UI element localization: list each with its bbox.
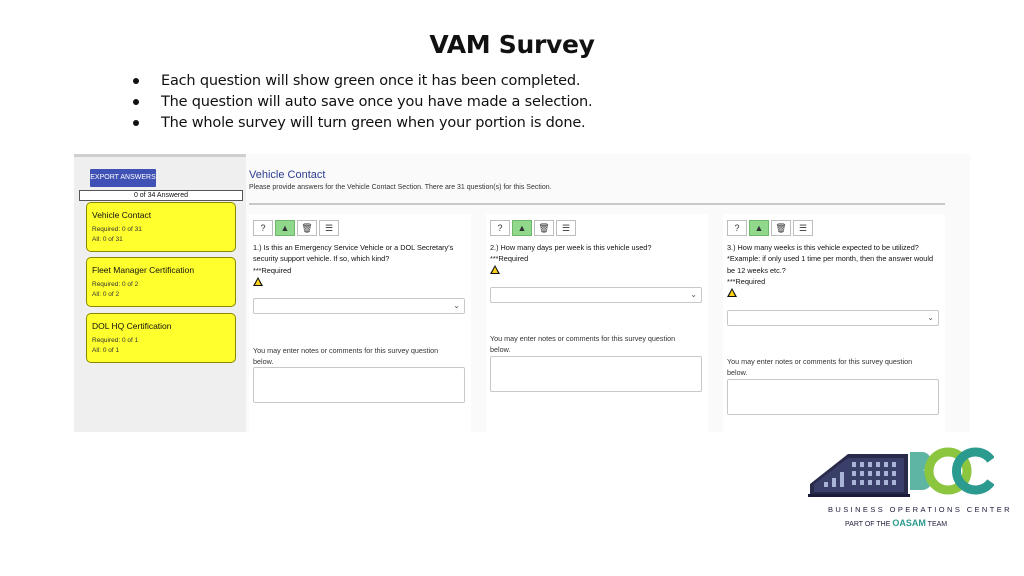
question-card-3: ? ▲ 🗑 ☰ 3.) How many weeks is this vehic… (723, 214, 945, 432)
question-toolbar: ? ▲ 🗑 ☰ (727, 220, 813, 236)
question-text: 3.) How many weeks is this vehicle expec… (727, 242, 937, 288)
logo-part-of: PART OF THE OASAM TEAM (845, 518, 947, 528)
section-title: Vehicle Contact (92, 210, 152, 220)
slide-title: VAM Survey (429, 30, 595, 59)
help-icon[interactable]: ? (253, 220, 273, 236)
section-all: All: 0 of 31 (92, 236, 123, 243)
bullet-dot (133, 120, 139, 126)
warning-icon (490, 265, 500, 274)
logo-tagline: BUSINESS OPERATIONS CENTER (828, 505, 1012, 514)
chevron-down-icon: ⌄ (927, 313, 934, 322)
list-icon[interactable]: ☰ (556, 220, 576, 236)
notes-textarea[interactable] (727, 379, 939, 415)
warning-icon[interactable]: ▲ (275, 220, 295, 236)
section-content: Vehicle Contact Please provide answers f… (246, 154, 970, 432)
section-all: All: 0 of 1 (92, 347, 120, 354)
answer-select[interactable]: ⌄ (490, 287, 702, 303)
building-icon (808, 454, 910, 497)
question-text: 1.) Is this an Emergency Service Vehicle… (253, 242, 463, 276)
bullet-item: Each question will show green once it ha… (128, 71, 592, 92)
warning-icon[interactable]: ▲ (512, 220, 532, 236)
question-toolbar: ? ▲ 🗑 ☰ (253, 220, 339, 236)
bullet-text: The whole survey will turn green when yo… (161, 115, 586, 131)
warning-icon (727, 288, 737, 297)
required-label: ***Required (490, 254, 529, 264)
logo-oasam: OASAM (892, 518, 926, 528)
question-label: 3.) How many weeks is this vehicle expec… (727, 243, 934, 275)
section-card-fleet-manager[interactable]: Fleet Manager Certification Required: 0 … (86, 257, 236, 307)
help-icon[interactable]: ? (727, 220, 747, 236)
bullet-dot (133, 78, 139, 84)
section-card-vehicle-contact[interactable]: Vehicle Contact Required: 0 of 31 All: 0… (86, 202, 236, 252)
logo-team: TEAM (927, 521, 948, 528)
section-title: DOL HQ Certification (92, 321, 172, 331)
chevron-down-icon: ⌄ (690, 290, 697, 299)
chevron-down-icon: ⌄ (453, 301, 460, 310)
section-title: Fleet Manager Certification (92, 265, 195, 275)
export-answers-button[interactable]: EXPORT ANSWERS (90, 169, 156, 187)
question-toolbar: ? ▲ 🗑 ☰ (490, 220, 576, 236)
bullet-text: The question will auto save once you hav… (161, 94, 593, 110)
bullet-text: Each question will show green once it ha… (161, 73, 581, 89)
bullet-dot (133, 99, 139, 105)
survey-screenshot: EXPORT ANSWERS 0 of 34 Answered Vehicle … (74, 154, 970, 432)
bullet-item: The question will auto save once you hav… (128, 92, 593, 113)
trash-icon[interactable]: 🗑 (534, 220, 554, 236)
help-icon[interactable]: ? (490, 220, 510, 236)
section-card-dol-hq[interactable]: DOL HQ Certification Required: 0 of 1 Al… (86, 313, 236, 363)
divider (249, 203, 945, 205)
notes-textarea[interactable] (490, 356, 702, 392)
trash-icon[interactable]: 🗑 (771, 220, 791, 236)
list-icon[interactable]: ☰ (319, 220, 339, 236)
notes-textarea[interactable] (253, 367, 465, 403)
question-card-2: ? ▲ 🗑 ☰ 2.) How many days per week is th… (486, 214, 708, 432)
section-required: Required: 0 of 2 (92, 281, 139, 288)
required-label: ***Required (253, 265, 292, 275)
answer-select[interactable]: ⌄ (253, 298, 465, 314)
list-icon[interactable]: ☰ (793, 220, 813, 236)
notes-label: You may enter notes or comments for this… (490, 334, 676, 354)
logo-part-text: PART OF THE (845, 521, 891, 528)
answered-count: 0 of 34 Answered (79, 190, 243, 201)
required-label: ***Required (727, 277, 766, 287)
question-label: 2.) How many days per week is this vehic… (490, 243, 652, 252)
warning-icon[interactable]: ▲ (749, 220, 769, 236)
bullet-item: The whole survey will turn green when yo… (128, 113, 592, 134)
trash-icon[interactable]: 🗑 (297, 220, 317, 236)
boc-letters (910, 447, 994, 495)
bullet-list: Each question will show green once it ha… (128, 71, 593, 134)
section-description: Please provide answers for the Vehicle C… (249, 184, 552, 191)
question-card-1: ? ▲ 🗑 ☰ 1.) Is this an Emergency Service… (249, 214, 471, 432)
section-all: All: 0 of 2 (92, 291, 120, 298)
question-label: 1.) Is this an Emergency Service Vehicle… (253, 243, 454, 264)
section-required: Required: 0 of 1 (92, 337, 139, 344)
answer-select[interactable]: ⌄ (727, 310, 939, 326)
notes-label: You may enter notes or comments for this… (253, 346, 439, 366)
section-required: Required: 0 of 31 (92, 226, 142, 233)
section-heading: Vehicle Contact (249, 169, 326, 181)
warning-icon (253, 277, 263, 286)
notes-label: You may enter notes or comments for this… (727, 357, 913, 377)
question-text: 2.) How many days per week is this vehic… (490, 242, 700, 265)
